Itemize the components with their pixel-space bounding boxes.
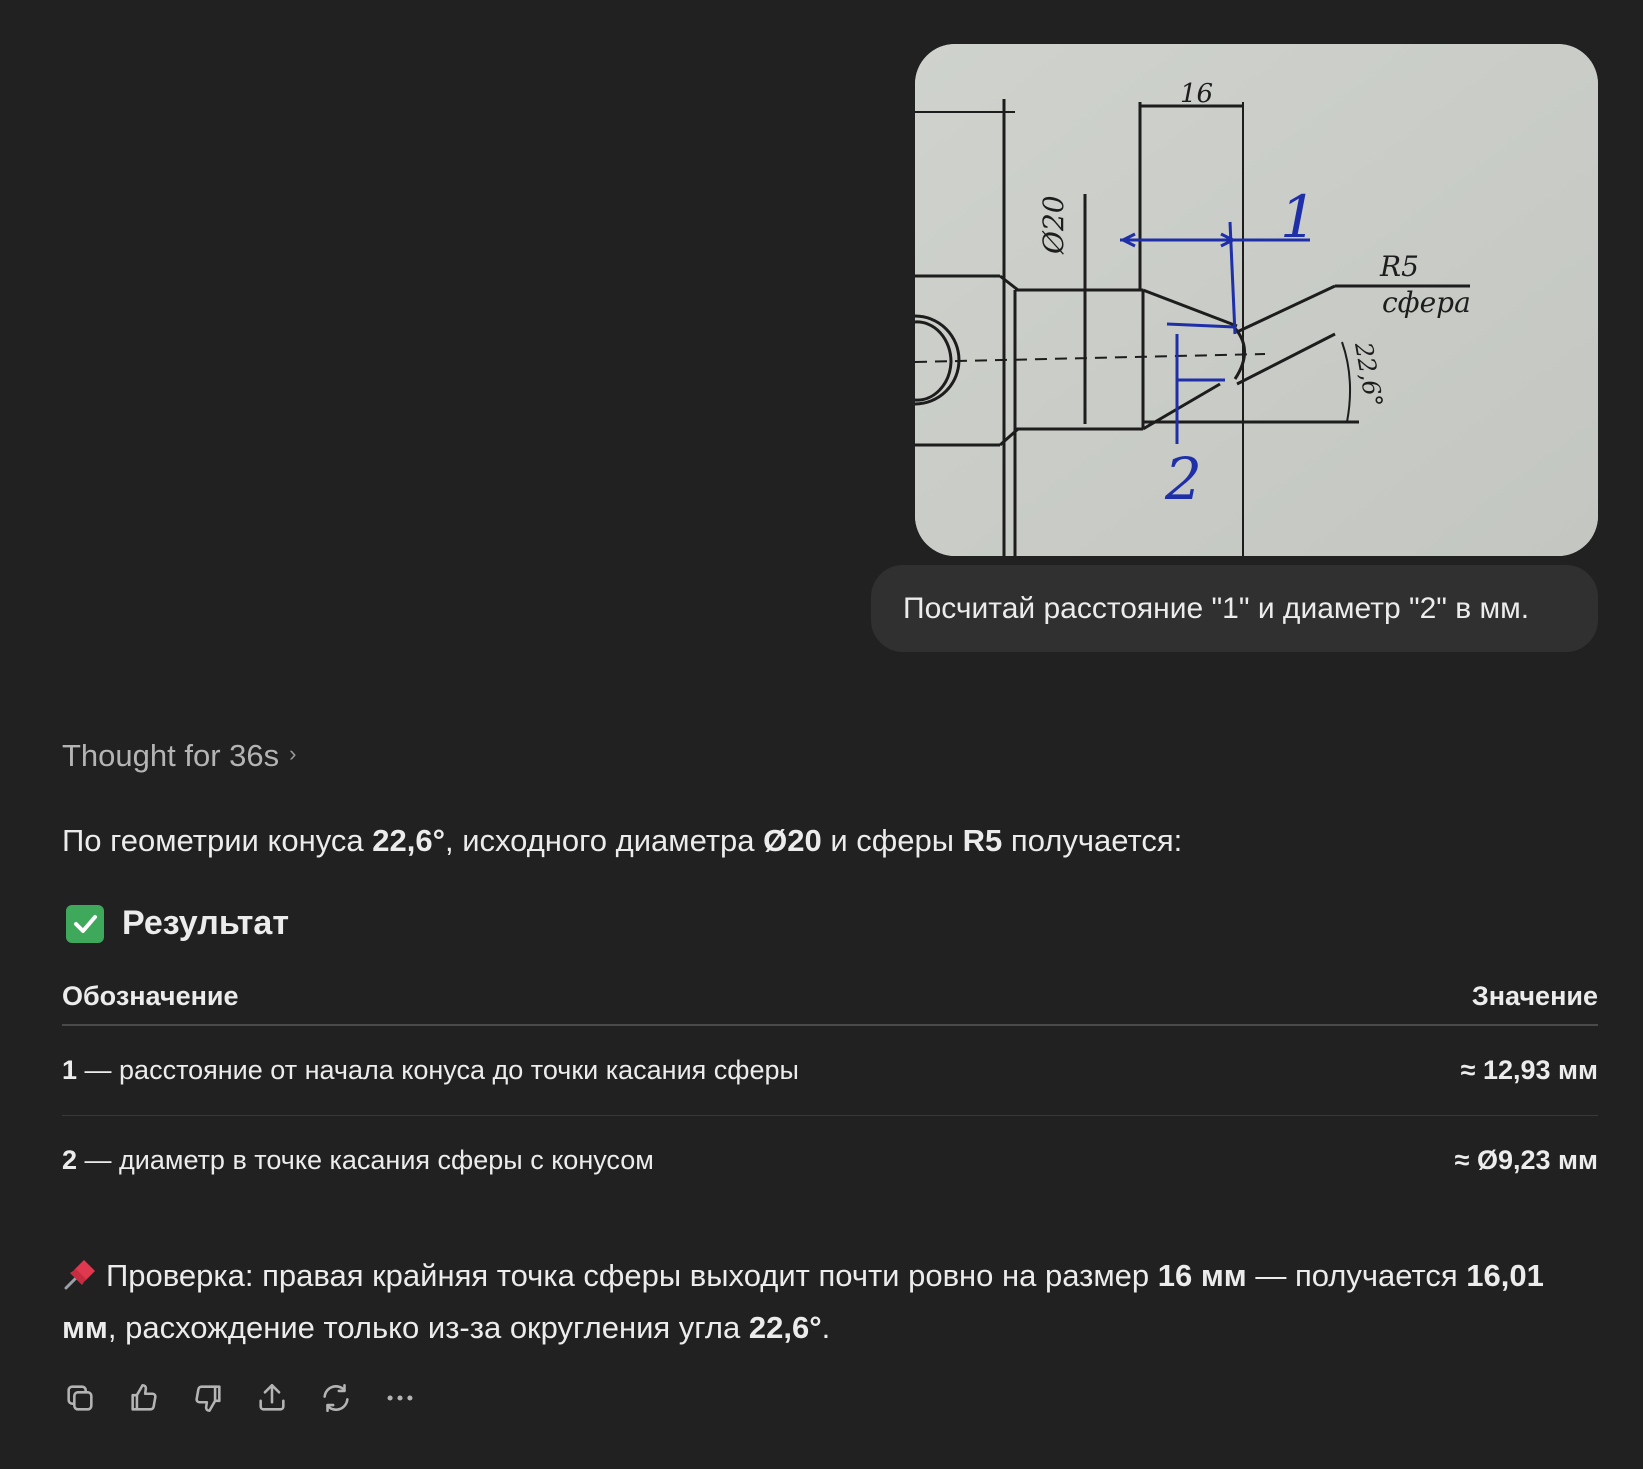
assistant-intro: По геометрии конуса 22,6°, исходного диа…: [62, 823, 1182, 859]
note-bold: 22,6°: [748, 1310, 822, 1345]
table-header: Обозначение Значение: [62, 968, 1598, 1026]
attached-drawing-image[interactable]: 16 Ø20 1 2 R5 сфера 22,6°: [915, 44, 1598, 556]
note-text: .: [821, 1310, 831, 1345]
regenerate-icon[interactable]: [318, 1380, 354, 1416]
more-icon[interactable]: [382, 1380, 418, 1416]
intro-text: получается:: [1002, 823, 1183, 858]
intro-text: По геометрии конуса: [62, 823, 373, 858]
row-desc-text: — диаметр в точке касания сферы с конусо…: [77, 1145, 654, 1175]
row-value: ≈ Ø9,23 мм: [1454, 1145, 1598, 1175]
copy-icon[interactable]: [62, 1380, 98, 1416]
check-mark-icon: [66, 904, 104, 943]
mark-1-label: 1: [1280, 183, 1317, 251]
row-number: 2: [62, 1145, 78, 1175]
intro-bold: Ø20: [763, 823, 822, 858]
mark-2-label: 2: [1164, 445, 1202, 513]
sphere-label: сфера: [1382, 286, 1471, 319]
result-table: Обозначение Значение 1 — расстояние от н…: [62, 968, 1598, 1205]
column-header: Обозначение: [62, 980, 239, 1011]
row-value: ≈ 12,93 мм: [1460, 1055, 1598, 1085]
result-heading: Результат: [66, 904, 289, 943]
note-text: , расхождение только из-за округления уг…: [107, 1310, 749, 1345]
thumbs-up-icon[interactable]: [126, 1380, 162, 1416]
intro-text: , исходного диаметра: [444, 823, 764, 858]
user-message-text: Посчитай расстояние "1" и диаметр "2" в …: [903, 591, 1530, 625]
thought-toggle[interactable]: Thought for 36s ›: [62, 738, 296, 774]
note-text: Проверка: правая крайняя точка сферы вых…: [106, 1258, 1158, 1293]
intro-text: и сферы: [821, 823, 963, 858]
note-text: — получается: [1246, 1258, 1467, 1293]
share-icon[interactable]: [254, 1380, 290, 1416]
result-heading-text: Результат: [122, 904, 289, 942]
note-bold: 16 мм: [1157, 1258, 1247, 1293]
pushpin-icon: [62, 1255, 98, 1290]
row-desc-text: — расстояние от начала конуса до точки к…: [77, 1055, 799, 1085]
row-description: 2 — диаметр в точке касания сферы с кону…: [62, 1145, 654, 1176]
user-message-bubble: Посчитай расстояние "1" и диаметр "2" в …: [871, 565, 1598, 652]
chevron-right-icon: ›: [289, 741, 297, 766]
table-row: 2 — диаметр в точке касания сферы с кону…: [62, 1116, 1598, 1205]
thought-label: Thought for 36s: [62, 738, 280, 773]
row-number: 1: [62, 1055, 78, 1085]
r5-label: R5: [1379, 250, 1419, 283]
message-actions: [62, 1380, 418, 1416]
intro-bold: R5: [962, 823, 1003, 858]
row-description: 1 — расстояние от начала конуса до точки…: [62, 1055, 799, 1086]
verification-note: Проверка: правая крайняя точка сферы вых…: [62, 1250, 1602, 1354]
table-row: 1 — расстояние от начала конуса до точки…: [62, 1026, 1598, 1116]
column-header: Значение: [1471, 980, 1598, 1011]
thumbs-down-icon[interactable]: [190, 1380, 226, 1416]
intro-bold: 22,6°: [372, 823, 445, 858]
dim-16-label: 16: [1180, 79, 1213, 109]
dim-d20-label: Ø20: [1037, 195, 1070, 255]
